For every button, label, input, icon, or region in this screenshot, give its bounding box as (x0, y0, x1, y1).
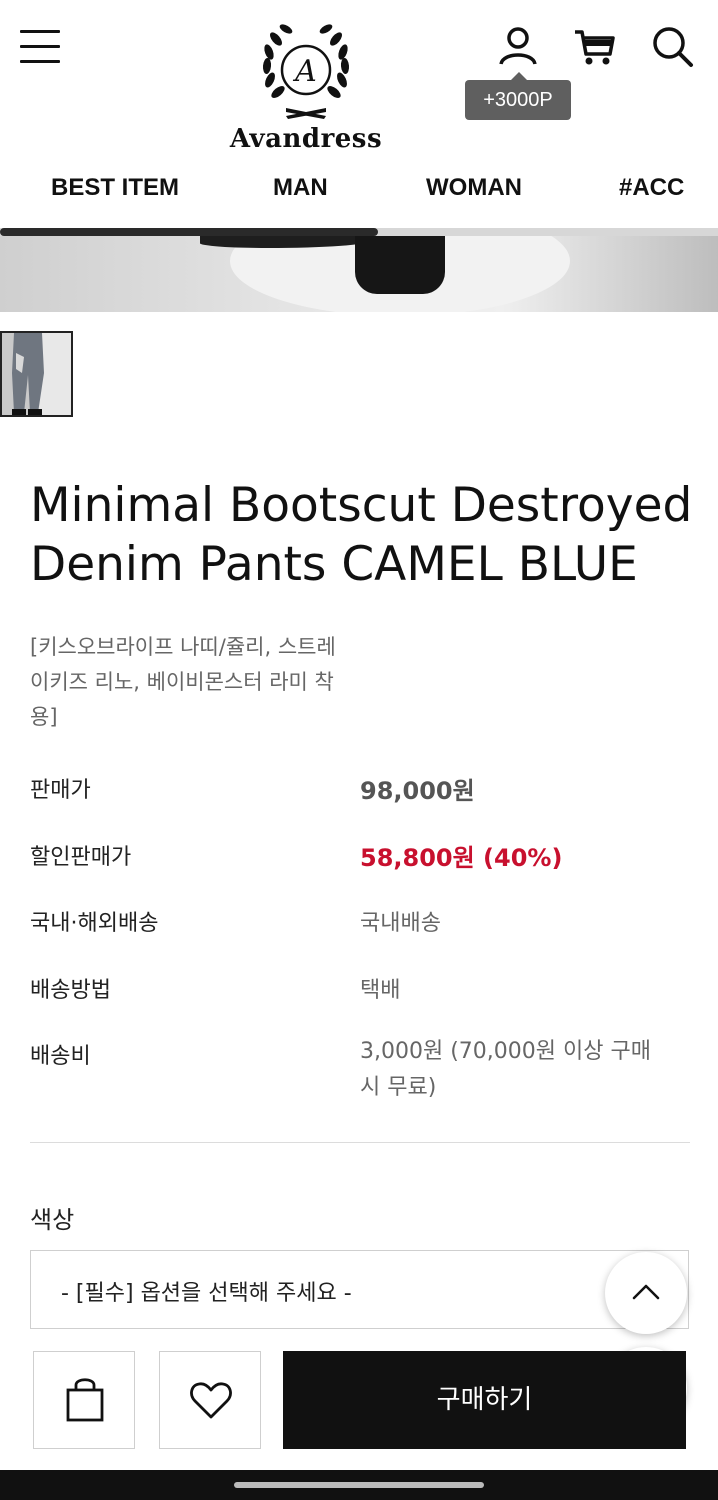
header: A Avandress +3000P (0, 0, 718, 160)
product-main-image (0, 236, 718, 312)
user-icon[interactable] (496, 24, 540, 68)
nav-item-acc[interactable]: #ACC (619, 174, 684, 202)
section-divider (30, 1142, 690, 1143)
brand-logo[interactable]: A Avandress (226, 16, 386, 154)
buy-now-button[interactable]: 구매하기 (283, 1351, 686, 1449)
shipping-method-value: 택배 (360, 978, 401, 1003)
cart-icon[interactable] (572, 24, 616, 68)
sale-price-label: 할인판매가 (30, 845, 132, 870)
nav-item-best-item[interactable]: BEST ITEM (51, 174, 179, 202)
chevron-up-icon (632, 1284, 660, 1300)
price-label: 판매가 (30, 778, 91, 803)
heart-icon (190, 1382, 232, 1419)
shipping-method-label: 배송방법 (30, 978, 111, 1003)
nav-item-man[interactable]: MAN (273, 174, 328, 202)
emblem-letter: A (292, 54, 317, 89)
product-title: Minimal Bootscut Destroyed Denim Pants C… (30, 478, 693, 592)
home-gesture-handle[interactable] (234, 1482, 484, 1488)
category-nav: BEST ITEM MAN WOMAN #ACC (0, 160, 718, 220)
scroll-top-button[interactable] (605, 1252, 687, 1334)
select-placeholder: - [필수] 옵션을 선택해 주세요 - (61, 1281, 352, 1306)
laurel-emblem-icon: A (262, 24, 350, 119)
add-to-cart-button[interactable] (33, 1351, 135, 1449)
search-icon[interactable] (650, 24, 694, 68)
price-value: 98,000원 (360, 777, 475, 805)
wishlist-button[interactable] (159, 1351, 261, 1449)
shipping-region-value: 국내배송 (360, 911, 441, 936)
sale-price-value: 58,800원 (40%) (360, 844, 563, 872)
color-option-label: 색상 (30, 1206, 75, 1234)
points-badge: +3000P (465, 72, 571, 120)
nav-item-woman[interactable]: WOMAN (426, 174, 522, 202)
brand-name: Avandress (229, 124, 383, 154)
color-option-select[interactable]: - [필수] 옵션을 선택해 주세요 - (30, 1250, 689, 1329)
shopping-bag-icon (66, 1378, 104, 1422)
product-subtitle: [키스오브라이프 나띠/쥴리, 스트레이키즈 리노, 베이비몬스터 라미 착용] (30, 635, 336, 729)
shoe-shape (355, 236, 445, 294)
shipping-fee-value: 3,000원 (70,000원 이상 구매시 무료) (360, 1039, 651, 1100)
nav-scrollbar-thumb[interactable] (0, 228, 378, 236)
shipping-fee-label: 배송비 (30, 1044, 91, 1069)
menu-icon[interactable] (20, 30, 62, 64)
product-thumbnail[interactable] (0, 331, 73, 417)
shipping-region-label: 국내·해외배송 (30, 911, 159, 936)
